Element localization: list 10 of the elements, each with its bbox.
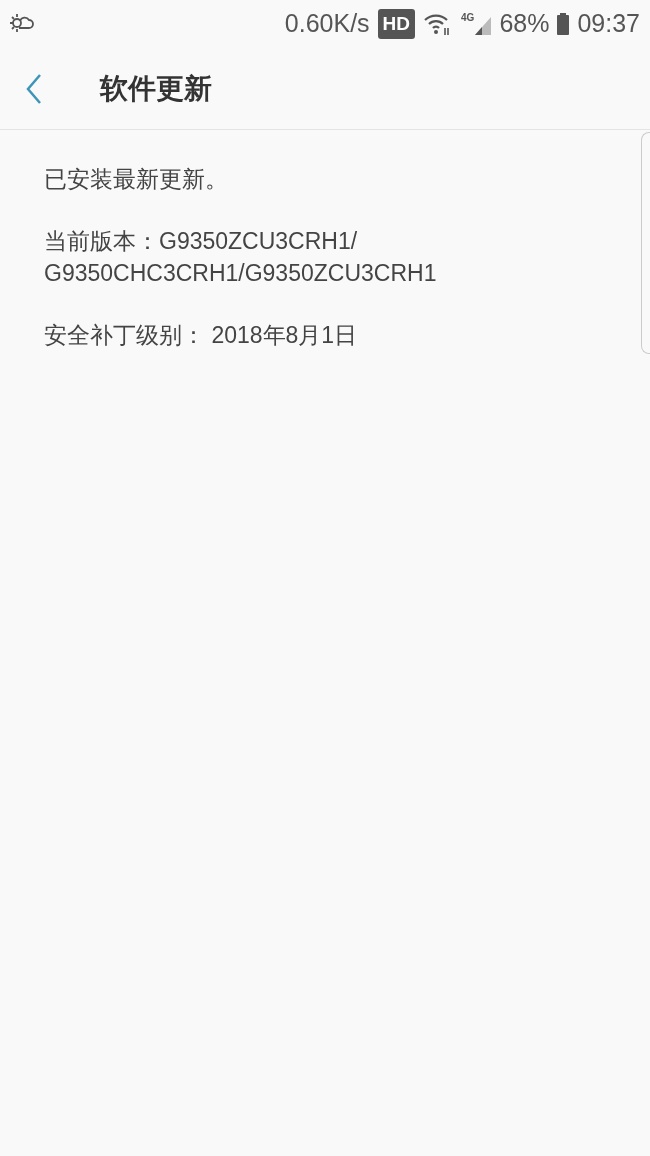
clock-text: 09:37 (577, 8, 640, 40)
info-text: 当前版本：G9350ZCU3CRH1/ G9350CHC3CRH1/G9350ZCU3CRH1 (44, 227, 438, 288)
battery-percent-text: 68% (499, 8, 550, 40)
info-text: 已安装最新更新。 (44, 165, 229, 194)
page-title: 软件更新 (100, 71, 212, 106)
network-speed-text: 0.60K/s (284, 8, 370, 40)
info-text: 安全补丁级别： 2018年8月1日 (44, 321, 359, 350)
hd-badge: HD (377, 8, 416, 40)
back-button[interactable] (24, 72, 44, 105)
battery-icon (557, 13, 570, 35)
